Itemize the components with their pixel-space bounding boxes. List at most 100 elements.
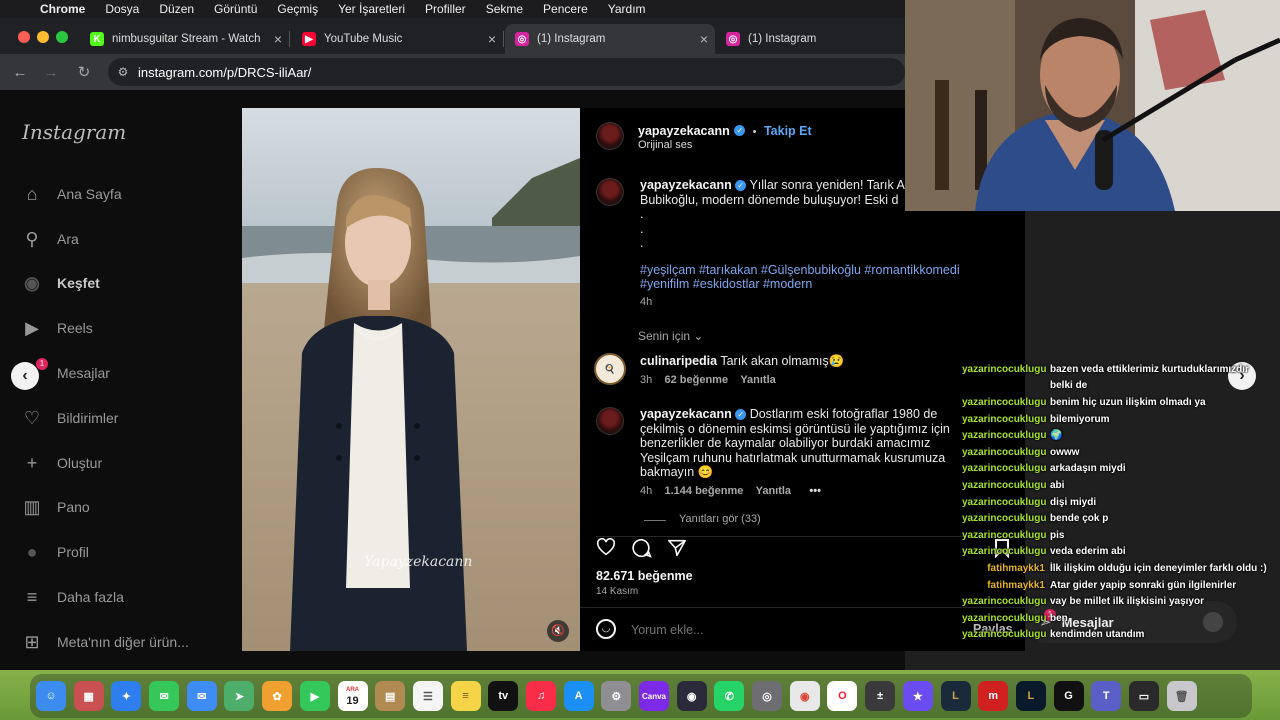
safari-icon[interactable]: ✦ xyxy=(111,681,142,711)
comment-username[interactable]: yapayzekacann xyxy=(640,407,732,421)
menubar-item[interactable]: Görüntü xyxy=(214,2,257,16)
menubar-item[interactable]: Profiller xyxy=(425,2,466,16)
trash-icon[interactable]: 🗑 xyxy=(1166,681,1197,711)
audio-label[interactable]: Orijinal ses xyxy=(638,139,692,151)
dock-glyph: ♫ xyxy=(536,690,546,702)
notebook-icon[interactable]: ▤ xyxy=(375,681,406,711)
reply-button[interactable]: Yanıtla xyxy=(756,485,791,497)
close-tab-icon[interactable]: × xyxy=(267,31,289,47)
author-avatar[interactable] xyxy=(596,122,624,150)
imovie-icon[interactable]: ★ xyxy=(902,681,933,711)
commenter-avatar[interactable]: 🍳 xyxy=(594,353,626,385)
app-store-icon[interactable]: A xyxy=(563,681,594,711)
messages-app-icon[interactable]: ✉ xyxy=(149,681,180,711)
comment-likes[interactable]: 62 beğenme xyxy=(664,374,728,386)
caption-hashtags[interactable]: #yeşilçam #tarıkakan #Gülşenbubikoğlu #r… xyxy=(640,263,1025,278)
calendar-icon[interactable]: ARA 19 xyxy=(337,681,368,711)
url-text: instagram.com/p/DRCS-iliAar/ xyxy=(138,64,312,80)
menubar-item[interactable]: Sekme xyxy=(486,2,523,16)
canva-icon[interactable]: Canva xyxy=(639,681,669,711)
emoji-icon[interactable]: ◡ xyxy=(596,619,616,639)
opera-icon[interactable]: O xyxy=(827,681,858,711)
nav-item-home[interactable]: ⌂ Ana Sayfa xyxy=(22,182,122,206)
author-username[interactable]: yapayzekacann xyxy=(638,124,730,138)
follow-button[interactable]: Takip Et xyxy=(764,124,812,138)
teams-icon[interactable]: T xyxy=(1091,681,1122,711)
disk-utility-icon[interactable]: ◎ xyxy=(752,681,783,711)
reload-button[interactable]: ↻ xyxy=(73,62,95,84)
comment-username[interactable]: culinaripedia xyxy=(640,354,717,368)
browser-tab[interactable]: ◎ (1) Instagram × xyxy=(505,24,715,54)
caption-username[interactable]: yapayzekacann xyxy=(640,178,732,192)
menubar-item[interactable]: Yardım xyxy=(608,2,646,16)
reply-button[interactable]: Yanıtla xyxy=(740,374,775,386)
comment-likes[interactable]: 1.144 beğenme xyxy=(664,485,743,497)
finder-icon[interactable]: ☺ xyxy=(36,681,66,711)
caption-avatar[interactable] xyxy=(596,178,624,206)
likes-count[interactable]: 82.671 beğenme xyxy=(596,569,693,583)
apple-tv-icon[interactable]: tv xyxy=(488,681,519,711)
post-media[interactable]: Yapayzekacann 🔇 xyxy=(242,108,580,651)
browser-tab[interactable]: Knimbusguitar Stream - Watch × xyxy=(80,24,290,54)
photos-icon[interactable]: ✿ xyxy=(262,681,293,711)
more-options-icon[interactable]: ••• xyxy=(809,485,821,497)
omnibox[interactable]: ⚙ instagram.com/p/DRCS-iliAar/ xyxy=(108,58,905,86)
close-tab-icon[interactable]: × xyxy=(693,31,715,47)
nav-item-profile[interactable]: ● Profil xyxy=(22,540,89,564)
capcut-icon[interactable]: G xyxy=(1053,681,1084,711)
browser-tab[interactable]: ▶ YouTube Music × xyxy=(292,24,504,54)
minimize-window-button[interactable] xyxy=(37,31,49,43)
nav-item-meta-apps[interactable]: ⊞ Meta'nın diğer ürün... xyxy=(22,630,188,654)
system-settings-icon[interactable]: ⚙ xyxy=(601,681,632,711)
lol-client-icon[interactable]: L xyxy=(1015,681,1046,711)
previous-post-button[interactable]: ‹ xyxy=(11,362,39,390)
facetime-icon[interactable]: ▶ xyxy=(299,681,330,711)
share-icon[interactable] xyxy=(667,539,687,557)
forward-button[interactable]: → xyxy=(40,62,62,84)
site-settings-icon[interactable]: ⚙ xyxy=(108,65,138,79)
chrome-icon[interactable]: ◉ xyxy=(789,681,820,711)
launchpad-icon[interactable]: ▦ xyxy=(73,681,104,711)
comment-text: Yeşilçam ruhunu hatırlatmak unutturmamak… xyxy=(640,450,946,465)
music-icon[interactable]: ♫ xyxy=(525,681,556,711)
comment-icon[interactable] xyxy=(632,538,652,558)
nav-item-explore[interactable]: ◉ Keşfet xyxy=(22,271,100,295)
view-replies-button[interactable]: Yanıtları gör (33) xyxy=(679,513,761,525)
notes-icon[interactable]: ≡ xyxy=(450,681,481,711)
like-icon[interactable] xyxy=(596,538,616,556)
menubar-item[interactable]: Chrome xyxy=(40,2,85,16)
league-icon[interactable]: L xyxy=(940,681,971,711)
reminders-icon[interactable]: ☰ xyxy=(412,681,443,711)
chat-text: abi xyxy=(1050,479,1065,491)
nav-item-dashboard[interactable]: ▥ Pano xyxy=(22,495,89,519)
webcam-image xyxy=(905,0,1280,211)
nav-item-reels[interactable]: ▶ Reels xyxy=(22,316,93,340)
menubar-item[interactable]: Geçmiş xyxy=(277,2,318,16)
maps-icon[interactable]: ➤ xyxy=(224,681,255,711)
obs-icon[interactable]: ◉ xyxy=(676,681,707,711)
zoom-window-button[interactable] xyxy=(56,31,68,43)
screen-record-icon[interactable]: ▭ xyxy=(1128,681,1159,711)
nav-item-search[interactable]: ⚲ Ara xyxy=(22,227,78,251)
commenter-avatar[interactable] xyxy=(596,407,624,435)
mute-icon[interactable]: 🔇 xyxy=(547,620,569,642)
nav-item-menu[interactable]: ≡ Daha fazla xyxy=(22,585,124,609)
instagram-logo[interactable]: Instagram xyxy=(22,120,126,144)
nav-item-plus[interactable]: + Oluştur xyxy=(22,451,102,475)
whatsapp-icon[interactable]: ✆ xyxy=(714,681,745,711)
mackie-icon[interactable]: m xyxy=(978,681,1009,711)
back-button[interactable]: ← xyxy=(9,62,31,84)
menubar-item[interactable]: Pencere xyxy=(543,2,588,16)
caption-hashtags[interactable]: #yenifilm #eskidostlar #modern xyxy=(640,277,1025,292)
calculator-icon[interactable]: ± xyxy=(865,681,896,711)
mail-icon[interactable]: ✉ xyxy=(186,681,217,711)
comment-sort-dropdown[interactable]: Senin için ⌄ xyxy=(638,329,703,343)
menubar-item[interactable]: Yer İşaretleri xyxy=(338,2,405,16)
menubar-item[interactable]: Düzen xyxy=(159,2,194,16)
nav-item-heart[interactable]: ♡ Bildirimler xyxy=(22,406,119,430)
close-tab-icon[interactable]: × xyxy=(481,31,503,47)
close-window-button[interactable] xyxy=(18,31,30,43)
comment-input[interactable] xyxy=(631,621,931,639)
browser-tab[interactable]: ◎ (1) Instagram xyxy=(716,24,904,54)
menubar-item[interactable]: Dosya xyxy=(105,2,139,16)
